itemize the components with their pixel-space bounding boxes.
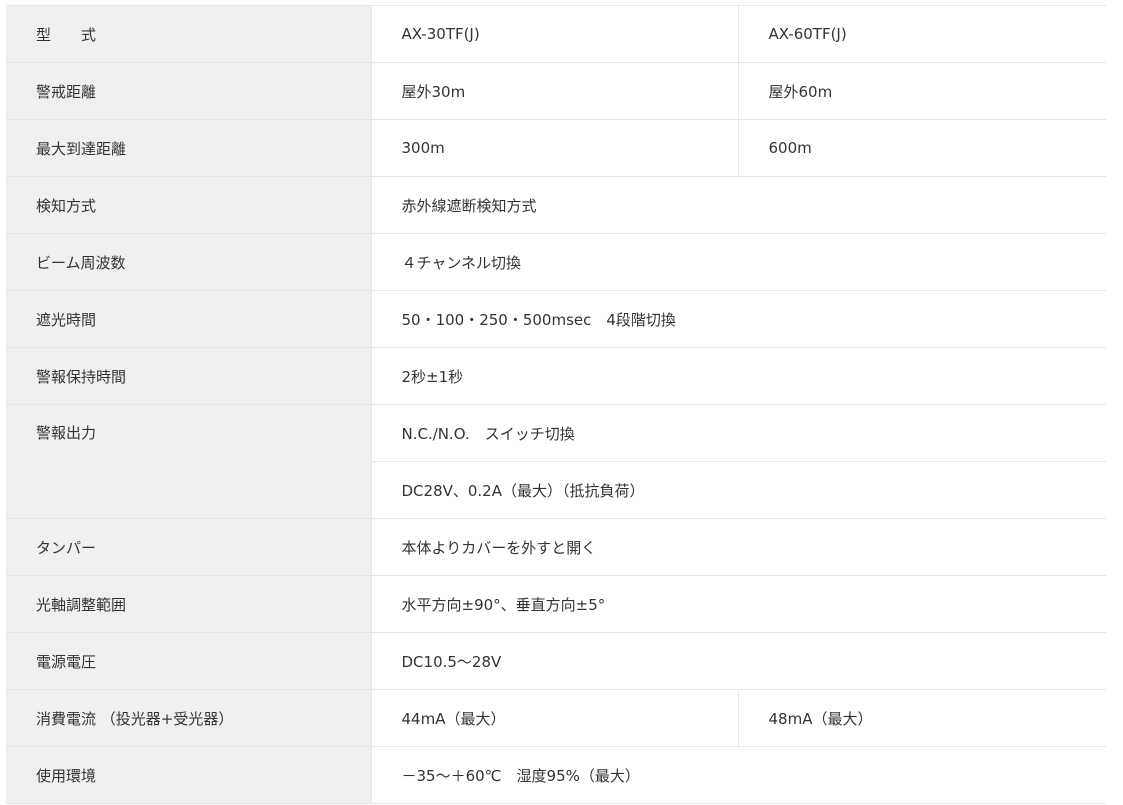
row-label: 消費電流 （投光器+受光器） [6, 689, 372, 747]
table-row-current-consumption: 消費電流 （投光器+受光器） 44mA（最大） 48mA（最大） [6, 689, 1106, 747]
cell-value: ４チャンネル切換 [371, 233, 1106, 291]
cell-value: －35～＋60℃ 湿度95%（最大） [371, 746, 1106, 804]
spec-table: 型 式 AX-30TF(J) AX-60TF(J) 警戒距離 屋外30m 屋外6… [6, 5, 1106, 804]
cell-value: 赤外線遮断検知方式 [371, 176, 1106, 234]
cell-value: 本体よりカバーを外すと開く [371, 518, 1106, 576]
cell-value: 屋外30m [371, 62, 739, 120]
table-row-guard-distance: 警戒距離 屋外30m 屋外60m [6, 62, 1106, 120]
table-row-supply-voltage: 電源電圧 DC10.5～28V [6, 632, 1106, 690]
cell-value: 44mA（最大） [371, 689, 739, 747]
cell-value: AX-60TF(J) [738, 5, 1106, 63]
cell-value: 300m [371, 119, 739, 177]
cell-value: 屋外60m [738, 62, 1106, 120]
cell-value: 50・100・250・500msec 4段階切換 [371, 290, 1106, 348]
table-row-interruption-time: 遮光時間 50・100・250・500msec 4段階切換 [6, 290, 1106, 348]
row-label: 型 式 [6, 5, 372, 63]
cell-value: N.C./N.O. スイッチ切換 [371, 404, 1106, 462]
table-row-max-range: 最大到達距離 300m 600m [6, 119, 1106, 177]
row-label: 使用環境 [6, 746, 372, 804]
row-label: 最大到達距離 [6, 119, 372, 177]
row-label: 検知方式 [6, 176, 372, 234]
row-label: タンパー [6, 518, 372, 576]
table-row-detection-method: 検知方式 赤外線遮断検知方式 [6, 176, 1106, 234]
cell-value: DC10.5～28V [371, 632, 1106, 690]
row-label: ビーム周波数 [6, 233, 372, 291]
row-label: 警戒距離 [6, 62, 372, 120]
table-row-alarm-hold-time: 警報保持時間 2秒±1秒 [6, 347, 1106, 405]
table-row-tamper: タンパー 本体よりカバーを外すと開く [6, 518, 1106, 576]
cell-value: AX-30TF(J) [371, 5, 739, 63]
table-row-model: 型 式 AX-30TF(J) AX-60TF(J) [6, 5, 1106, 63]
row-label: 遮光時間 [6, 290, 372, 348]
row-label: 警報出力 [6, 404, 372, 519]
table-row-beam-frequency: ビーム周波数 ４チャンネル切換 [6, 233, 1106, 291]
cell-value: 48mA（最大） [738, 689, 1106, 747]
table-row-operating-environment: 使用環境 －35～＋60℃ 湿度95%（最大） [6, 746, 1106, 804]
cell-value: 600m [738, 119, 1106, 177]
row-label: 電源電圧 [6, 632, 372, 690]
cell-value: 2秒±1秒 [371, 347, 1106, 405]
table-row-optical-axis-range: 光軸調整範囲 水平方向±90°、垂直方向±5° [6, 575, 1106, 633]
table-row-alarm-output: 警報出力 N.C./N.O. スイッチ切換 [6, 404, 1106, 519]
cell-value: 水平方向±90°、垂直方向±5° [371, 575, 1106, 633]
row-label: 光軸調整範囲 [6, 575, 372, 633]
row-label: 警報保持時間 [6, 347, 372, 405]
cell-value: DC28V、0.2A（最大）（抵抗負荷） [371, 461, 1106, 519]
